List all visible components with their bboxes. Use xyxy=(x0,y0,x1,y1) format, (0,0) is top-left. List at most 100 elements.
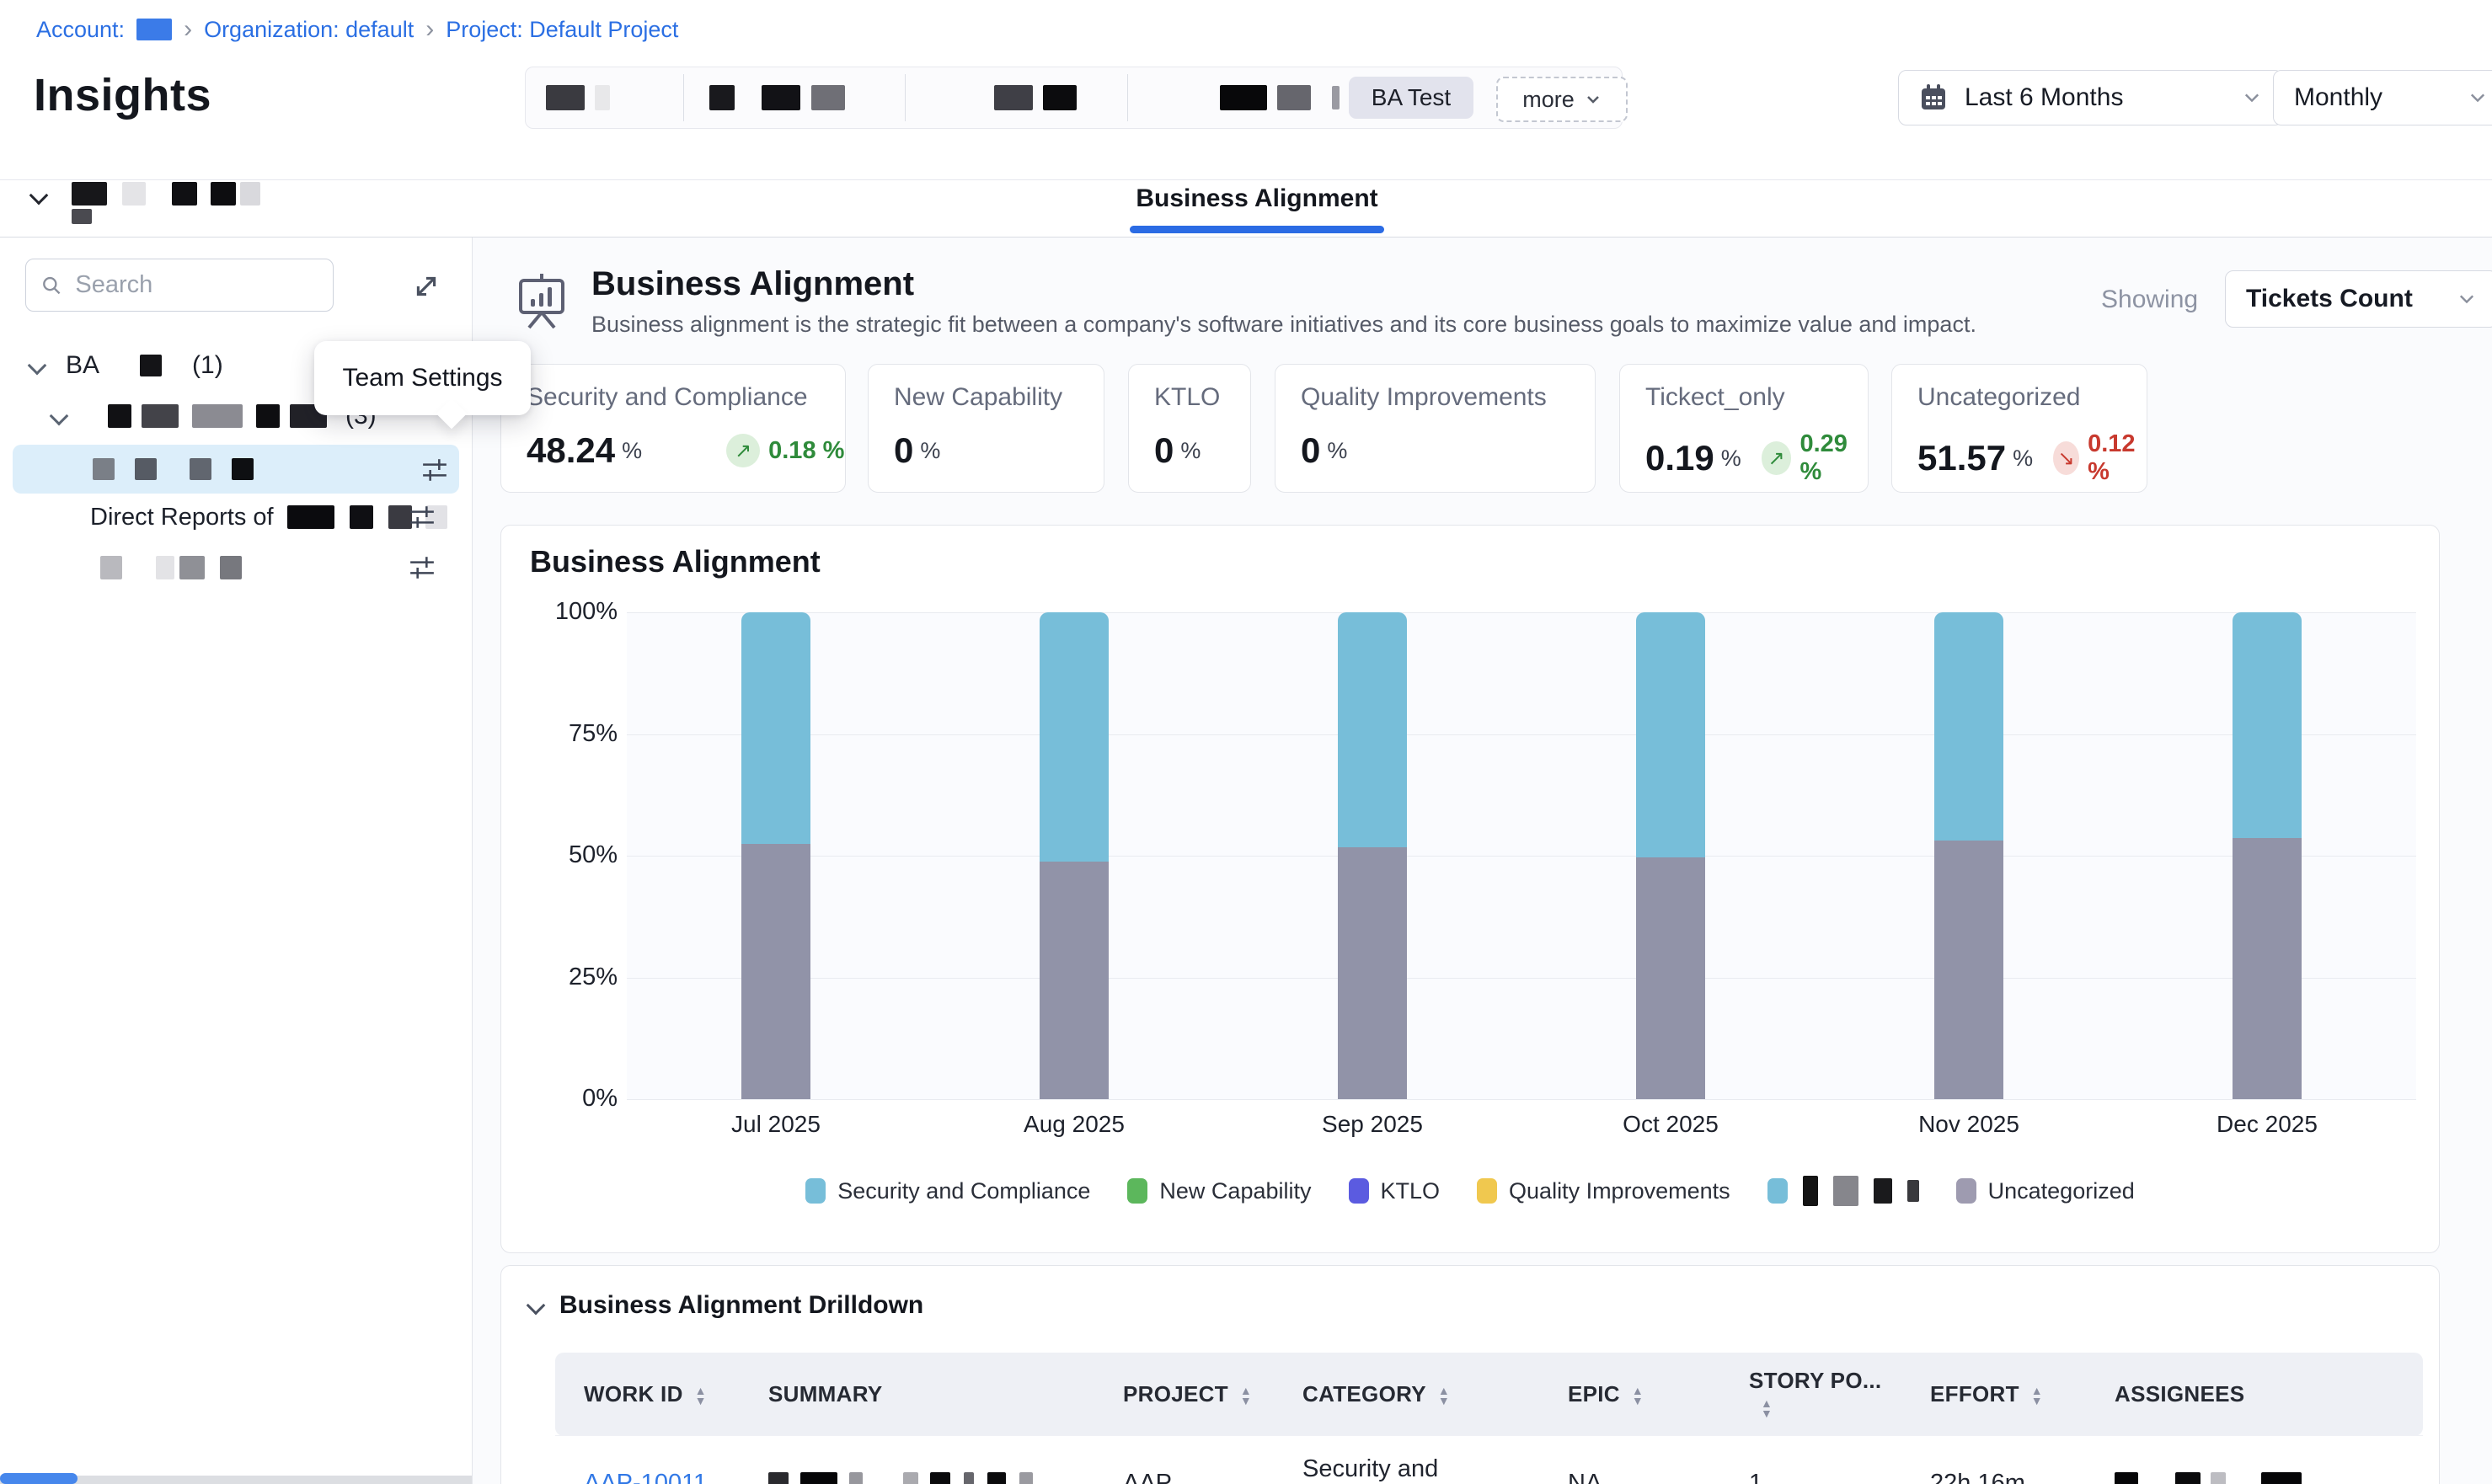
redacted-account-name xyxy=(136,19,172,40)
legend-swatch xyxy=(1956,1178,1976,1204)
team-settings-icon[interactable] xyxy=(421,456,448,483)
x-tick-label: Oct 2025 xyxy=(1586,1111,1755,1138)
metric-card-tickect-only: Tickect_only 0.19 % ↗ 0.29 % xyxy=(1619,364,1869,493)
bar-segment-security-and-compliance[interactable] xyxy=(1040,612,1109,862)
category-cell: Security and Complia... xyxy=(1274,1436,1539,1484)
column-header-work-id[interactable]: WORK ID▲▼ xyxy=(555,1353,740,1436)
legend-item[interactable]: New Capability xyxy=(1127,1178,1311,1204)
gridline xyxy=(627,612,2416,613)
legend-item[interactable]: Security and Compliance xyxy=(805,1178,1090,1204)
metric-delta: 0.29 % xyxy=(1799,430,1868,486)
sort-icon: ▲▼ xyxy=(1240,1385,1252,1406)
tree-root-count: (1) xyxy=(192,351,223,380)
legend-item[interactable]: KTLO xyxy=(1349,1178,1441,1204)
x-tick-label: Jul 2025 xyxy=(692,1111,860,1138)
drilldown-card: Business Alignment Drilldown WORK ID▲▼ S… xyxy=(500,1265,2440,1484)
bar-segment-security-and-compliance[interactable] xyxy=(741,612,810,844)
drilldown-header[interactable]: Business Alignment Drilldown xyxy=(529,1291,2439,1320)
gridline xyxy=(627,734,2416,735)
sidebar-item-selected-team[interactable] xyxy=(13,445,459,494)
chevron-down-icon xyxy=(28,356,47,376)
team-settings-icon[interactable] xyxy=(409,554,436,581)
legend-item[interactable]: Uncategorized xyxy=(1956,1178,2135,1204)
breadcrumb-project-link[interactable]: Project: Default Project xyxy=(446,17,678,43)
chevron-down-icon xyxy=(2457,289,2477,309)
granularity-value: Monthly xyxy=(2294,83,2382,112)
x-tick-label: Dec 2025 xyxy=(2183,1111,2351,1138)
column-header-summary[interactable]: SUMMARY xyxy=(740,1353,1094,1436)
more-dropdown[interactable]: more xyxy=(1496,77,1628,122)
team-settings-icon[interactable] xyxy=(409,504,436,531)
filter-chip-redacted[interactable] xyxy=(994,85,1077,110)
sort-icon: ▲▼ xyxy=(1632,1385,1644,1406)
chevron-down-icon xyxy=(29,186,49,206)
legend-swatch xyxy=(1477,1178,1497,1204)
filter-chip-redacted[interactable] xyxy=(1220,85,1340,110)
metric-card-quality-improvements: Quality Improvements 0 % xyxy=(1275,364,1596,493)
search-box xyxy=(25,259,334,312)
bar-segment-uncategorized[interactable] xyxy=(1040,862,1109,1099)
bar-segment-uncategorized[interactable] xyxy=(1338,847,1407,1099)
filter-chip-redacted[interactable] xyxy=(709,85,845,110)
toolbar-divider xyxy=(683,74,684,121)
sort-icon: ▲▼ xyxy=(2031,1385,2043,1406)
legend-label: Uncategorized xyxy=(1988,1178,2135,1204)
team-settings-tooltip: Team Settings xyxy=(314,341,531,415)
metric-label: KTLO xyxy=(1154,383,1250,412)
metric-card-uncategorized: Uncategorized 51.57 % ↘ 0.12 % xyxy=(1891,364,2147,493)
showing-value: Tickets Count xyxy=(2246,285,2413,313)
legend-item[interactable]: Quality Improvements xyxy=(1477,1178,1730,1204)
sidebar-item-direct-reports[interactable]: Direct Reports of xyxy=(0,500,472,534)
date-range-dropdown[interactable]: Last 6 Months xyxy=(1898,70,2283,125)
sidebar-item-ba-root[interactable]: BA (1) xyxy=(30,349,223,382)
search-input[interactable] xyxy=(73,270,318,300)
y-tick-label: 75% xyxy=(525,720,618,748)
gridline xyxy=(627,856,2416,857)
insights-page: Account: › Organization: default › Proje… xyxy=(0,0,2492,1484)
bar-segment-uncategorized[interactable] xyxy=(2233,838,2302,1099)
legend-swatch xyxy=(1127,1178,1147,1204)
column-header-project[interactable]: PROJECT▲▼ xyxy=(1094,1353,1274,1436)
column-header-assignees[interactable]: ASSIGNEES xyxy=(2086,1353,2423,1436)
tooltip-label: Team Settings xyxy=(342,364,502,392)
tree-root-label: BA xyxy=(66,351,99,380)
chart-plot xyxy=(627,612,2416,1099)
redacted-block xyxy=(1874,1178,1892,1204)
column-header-effort[interactable]: EFFORT▲▼ xyxy=(1901,1353,2086,1436)
bar-segment-uncategorized[interactable] xyxy=(1636,857,1705,1099)
work-id-link[interactable]: AAP-10011 xyxy=(584,1470,707,1484)
ba-test-button[interactable]: BA Test xyxy=(1349,77,1473,119)
column-header-epic[interactable]: EPIC▲▼ xyxy=(1539,1353,1720,1436)
breadcrumb-organization-link[interactable]: Organization: default xyxy=(204,17,414,43)
chevron-down-icon xyxy=(2242,88,2262,108)
redacted-block xyxy=(1907,1180,1919,1202)
bar-segment-security-and-compliance[interactable] xyxy=(1338,612,1407,847)
expand-icon[interactable] xyxy=(411,271,441,302)
legend-label: New Capability xyxy=(1159,1178,1311,1204)
sidebar-item-redacted[interactable] xyxy=(0,551,472,585)
drilldown-title: Business Alignment Drilldown xyxy=(559,1291,923,1320)
main-content: Business Alignment Business alignment is… xyxy=(473,238,2492,1484)
tab-business-alignment[interactable]: Business Alignment xyxy=(1136,184,1377,213)
bar-segment-security-and-compliance[interactable] xyxy=(1934,612,2003,841)
sort-icon: ▲▼ xyxy=(1438,1385,1450,1406)
metric-unit: % xyxy=(1721,446,1741,472)
legend-label: KTLO xyxy=(1381,1178,1441,1204)
legend-item[interactable] xyxy=(1767,1176,1919,1206)
team-section-collapse[interactable] xyxy=(32,189,45,206)
sidebar: BA (1) (3) xyxy=(0,238,473,1484)
breadcrumb-account-link[interactable]: Account: xyxy=(36,17,125,43)
chevron-down-icon xyxy=(527,1296,546,1316)
granularity-dropdown[interactable]: Monthly xyxy=(2273,70,2492,125)
sidebar-scrollbar-thumb[interactable] xyxy=(0,1473,78,1484)
bar-segment-uncategorized[interactable] xyxy=(1934,841,2003,1099)
column-header-category[interactable]: CATEGORY▲▼ xyxy=(1274,1353,1539,1436)
legend-swatch xyxy=(1767,1178,1788,1204)
bar-segment-uncategorized[interactable] xyxy=(741,844,810,1099)
bar-segment-security-and-compliance[interactable] xyxy=(1636,612,1705,857)
bar-segment-security-and-compliance[interactable] xyxy=(2233,612,2302,838)
filter-chip-redacted[interactable] xyxy=(546,85,610,110)
redacted-team-selector[interactable] xyxy=(72,182,260,206)
showing-dropdown[interactable]: Tickets Count xyxy=(2225,270,2492,328)
column-header-story-points[interactable]: STORY PO...▲▼ xyxy=(1720,1353,1901,1436)
